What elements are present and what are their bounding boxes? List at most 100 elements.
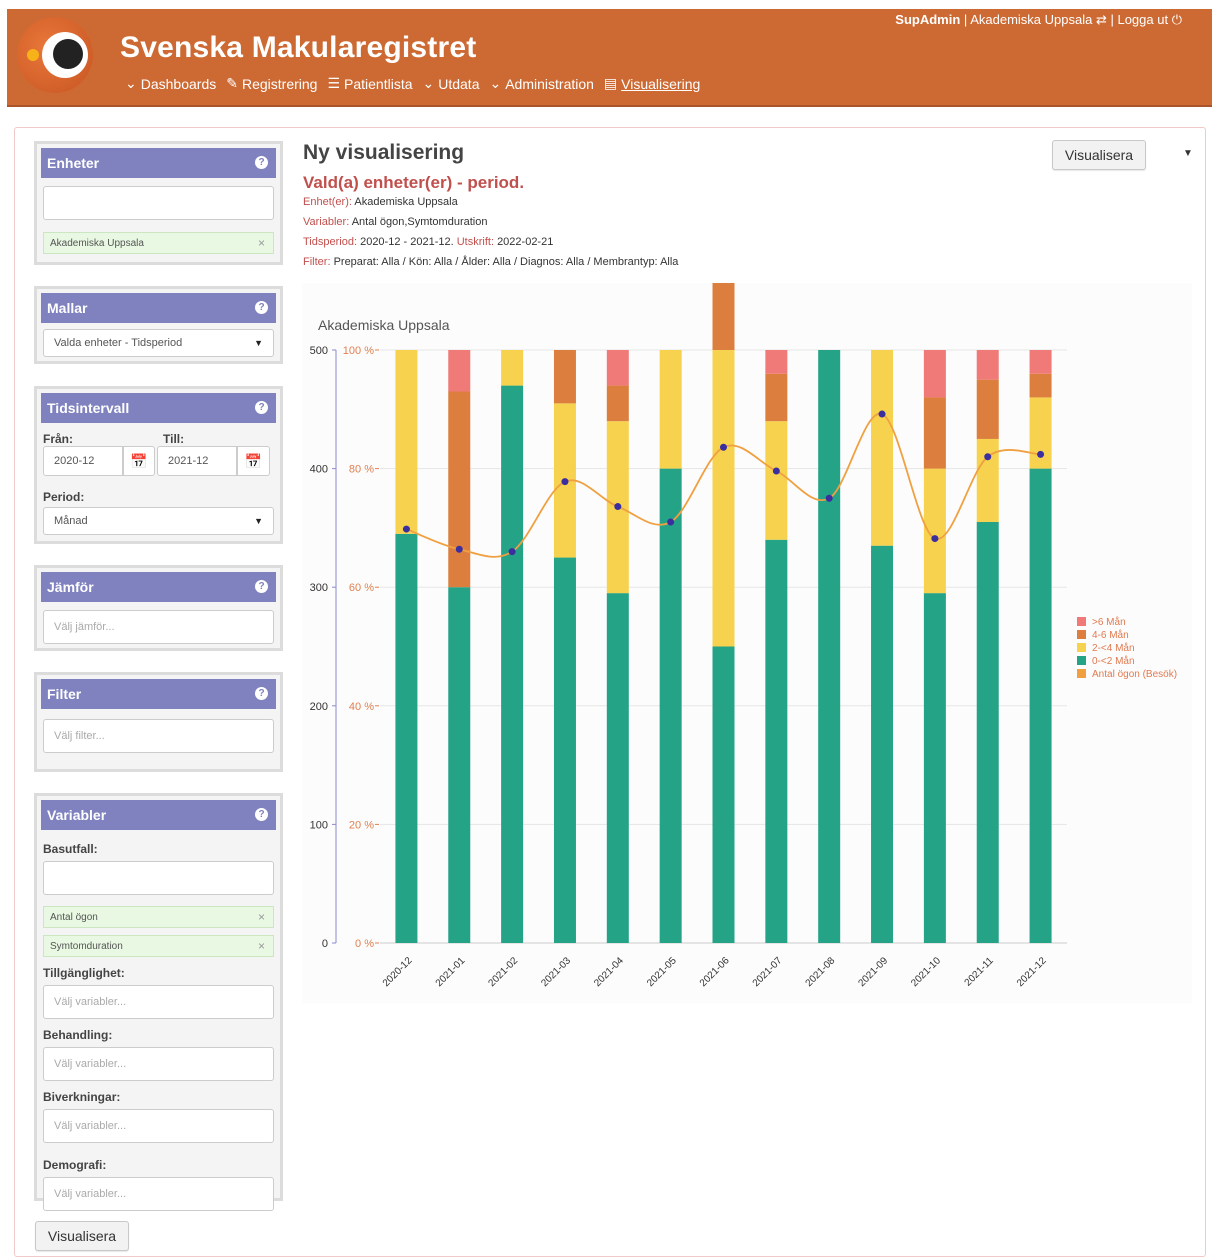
info-enheter: Enhet(er): Akademiska Uppsala — [303, 196, 458, 208]
filter-select[interactable]: Välj filter... — [43, 719, 274, 753]
panel-variabler-header: Variabler? — [41, 800, 276, 830]
chevron-down-icon: ⌄ — [125, 75, 137, 91]
legend-label: 0-<2 Mån — [1092, 655, 1135, 667]
remove-icon[interactable]: × — [258, 236, 265, 250]
visualize-button[interactable]: Visualisera — [1052, 140, 1146, 170]
bar-segment — [606, 350, 629, 386]
line-point — [455, 545, 463, 553]
nav-registrering[interactable]: ✎ Registrering — [226, 75, 317, 92]
bar-segment — [395, 533, 418, 943]
mallar-select[interactable]: Valda enheter - Tidsperiod — [43, 329, 274, 357]
enheter-search-input[interactable] — [43, 186, 274, 220]
period-select[interactable]: Månad — [43, 507, 274, 535]
from-date-input[interactable]: 2020-12 — [43, 446, 123, 476]
x-tick-label: 2021-10 — [909, 955, 943, 989]
shuffle-icon[interactable]: ⇄ — [1096, 12, 1107, 27]
to-date-input[interactable]: 2021-12 — [157, 446, 237, 476]
bar-segment — [712, 646, 735, 943]
x-tick-label: 2021-06 — [698, 955, 732, 989]
x-tick-label: 2021-01 — [434, 955, 468, 989]
brand-title[interactable]: Svenska Makularegistret — [120, 31, 476, 65]
x-tick-label: 2021-09 — [856, 955, 890, 989]
line-point — [984, 453, 992, 461]
panel-enheter: Enheter? Akademiska Uppsala × — [34, 141, 283, 265]
logo-icon[interactable] — [17, 17, 93, 93]
bar-segment — [395, 350, 418, 534]
bar-segment — [765, 350, 788, 374]
chevron-down-icon[interactable]: ▼ — [1183, 148, 1193, 159]
panel-tidsintervall: Tidsintervall? Från: Till: 2020-12 📅 202… — [34, 386, 283, 544]
bar-segment — [553, 350, 576, 404]
biverkningar-select[interactable]: Välj variabler... — [43, 1109, 274, 1143]
x-tick-label: 2021-07 — [751, 955, 785, 989]
calendar-icon[interactable]: 📅 — [237, 446, 270, 476]
nav-patientlista[interactable]: ☰ Patientlista — [327, 75, 412, 92]
line-point — [508, 548, 516, 556]
x-tick-label: 2021-05 — [645, 955, 679, 989]
nav-dashboards[interactable]: ⌄ Dashboards — [125, 75, 216, 92]
current-unit[interactable]: Akademiska Uppsala — [970, 12, 1092, 27]
left-tick-label: 0 — [322, 938, 328, 950]
behandling-select[interactable]: Välj variabler... — [43, 1047, 274, 1081]
bar-segment — [1029, 350, 1052, 374]
user-name[interactable]: SupAdmin — [895, 12, 960, 27]
help-icon[interactable]: ? — [255, 401, 268, 414]
line-point — [720, 443, 727, 451]
bar-segment — [448, 350, 471, 392]
legend-label: Antal ögon (Besök) — [1092, 669, 1177, 680]
page-subtitle: Vald(a) enheter(er) - period. — [303, 173, 525, 192]
visualize-button-sidebar[interactable]: Visualisera — [35, 1221, 129, 1251]
app-header: Svenska Makularegistret ⌄ Dashboards ✎ Reg… — [7, 9, 1212, 107]
line-point — [614, 503, 622, 511]
bar-segment — [1029, 468, 1052, 943]
bar-segment — [606, 593, 629, 943]
legend-label: >6 Mån — [1092, 616, 1126, 628]
x-tick-label: 2021-03 — [539, 955, 573, 989]
right-tick-label: 100 % — [343, 345, 374, 357]
period-label: Period: — [43, 490, 85, 504]
chart-title: Akademiska Uppsala — [318, 317, 450, 333]
x-tick-label: 2020-12 — [381, 955, 415, 989]
left-tick-label: 200 — [310, 701, 328, 713]
biverkningar-label: Biverkningar: — [43, 1090, 121, 1104]
nav-administration[interactable]: ⌄ Administration — [489, 75, 593, 92]
info-tidsperiod: Tidsperiod: 2020-12 - 2021-12. Utskrift:… — [303, 236, 554, 248]
basutfall-input[interactable] — [43, 861, 274, 895]
list-icon: ☰ — [327, 75, 341, 91]
tillganglighet-label: Tillgänglighet: — [43, 966, 125, 980]
bar-segment — [765, 539, 788, 943]
remove-icon[interactable]: × — [258, 939, 265, 953]
jamfor-select[interactable]: Välj jämför... — [43, 610, 274, 644]
line-point — [772, 467, 780, 475]
page-title: Ny visualisering — [303, 141, 465, 164]
calendar-icon[interactable]: 📅 — [123, 446, 155, 476]
x-tick-label: 2021-12 — [1015, 955, 1049, 989]
panel-enheter-header: Enheter? — [41, 148, 276, 178]
help-icon[interactable]: ? — [255, 301, 268, 314]
help-icon[interactable]: ? — [255, 580, 268, 593]
help-icon[interactable]: ? — [255, 687, 268, 700]
demografi-select[interactable]: Välj variabler... — [43, 1177, 274, 1211]
legend-label: 4-6 Mån — [1092, 629, 1129, 641]
tillganglighet-select[interactable]: Välj variabler... — [43, 985, 274, 1019]
panel-filter-header: Filter? — [41, 679, 276, 709]
logout-link[interactable]: Logga ut — [1117, 12, 1168, 27]
right-tick-label: 0 % — [355, 938, 374, 950]
bar-segment — [553, 557, 576, 943]
left-tick-label: 300 — [310, 582, 328, 594]
help-icon[interactable]: ? — [255, 808, 268, 821]
power-icon[interactable]: ⏻ — [1172, 12, 1182, 27]
line-point — [878, 410, 886, 418]
bar-segment — [765, 373, 788, 422]
bar-segment — [976, 521, 999, 943]
nav-visualisering[interactable]: ▤ Visualisering — [604, 75, 700, 92]
chevron-down-icon: ⌄ — [422, 75, 435, 91]
chart-icon: ▤ — [603, 75, 618, 91]
demografi-label: Demografi: — [43, 1158, 107, 1172]
bar-segment — [1029, 397, 1052, 469]
panel-jamfor: Jämför? Välj jämför... — [34, 565, 283, 651]
remove-icon[interactable]: × — [258, 910, 265, 924]
line-point — [561, 478, 569, 486]
help-icon[interactable]: ? — [255, 156, 268, 169]
nav-utdata[interactable]: ⌄ Utdata — [423, 75, 480, 92]
